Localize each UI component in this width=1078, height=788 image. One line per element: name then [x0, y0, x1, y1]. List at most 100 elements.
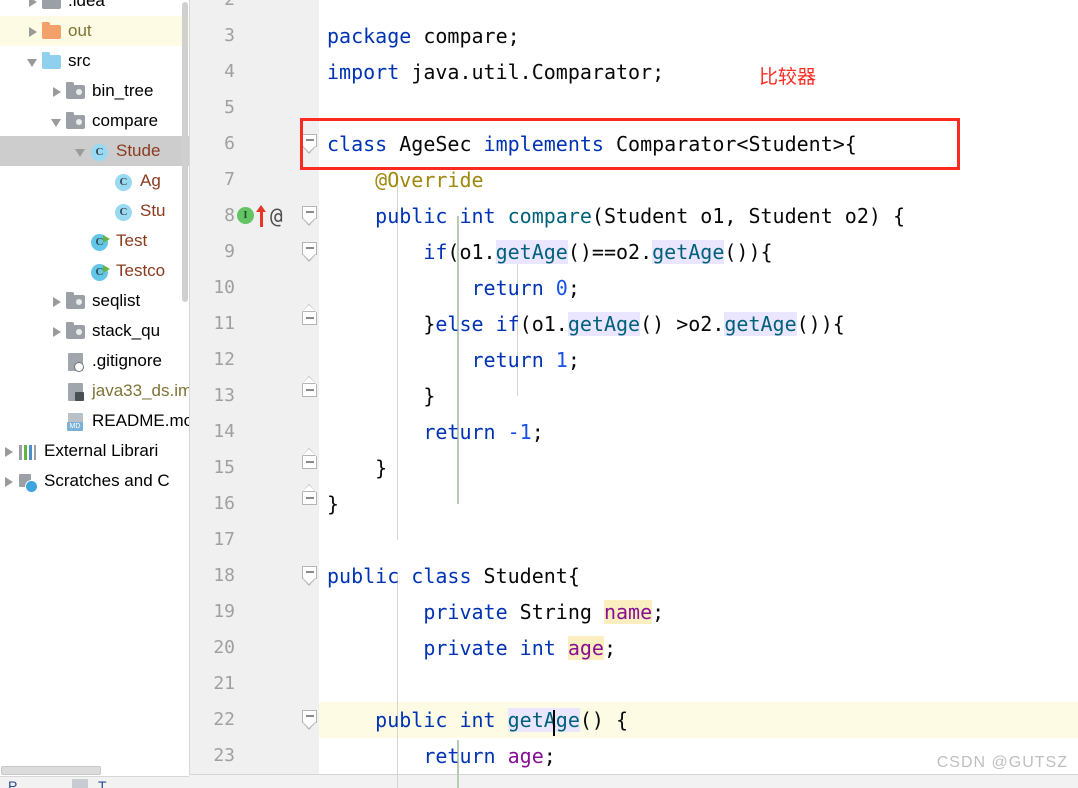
run-method-icon[interactable]: I: [237, 207, 254, 224]
tree-item-test[interactable]: C Test: [0, 226, 189, 256]
code-line[interactable]: 16}: [189, 484, 1078, 522]
code-line[interactable]: 10 return 0;: [189, 270, 1078, 306]
code-line[interactable]: 22 public int getAge() {: [189, 702, 1078, 738]
sidebar-horizontal-scrollbar[interactable]: [0, 764, 189, 776]
line-number[interactable]: 23: [189, 738, 235, 774]
tree-item-testco[interactable]: C Testco: [0, 256, 189, 286]
code-line[interactable]: 21: [189, 666, 1078, 702]
code-line[interactable]: 8 I @ public int compare(Student o1, Stude…: [189, 198, 1078, 234]
code-text[interactable]: return age;: [319, 738, 555, 774]
line-number[interactable]: 8: [189, 198, 235, 234]
tree-item-bin_tree[interactable]: bin_tree: [0, 76, 189, 106]
code-editor[interactable]: 23 package compare; 4 import java.util.Comp…: [189, 0, 1078, 788]
code-text[interactable]: }else if(o1.getAge() >o2.getAge()){: [319, 306, 845, 342]
line-number[interactable]: 7: [189, 162, 235, 198]
tree-item-scratchesandc[interactable]: Scratches and C: [0, 466, 189, 496]
tree-item-gitignore[interactable]: .gitignore: [0, 346, 189, 376]
chevron-right-icon[interactable]: [0, 443, 17, 460]
chevron-down-icon[interactable]: [72, 143, 89, 160]
line-number[interactable]: 16: [189, 486, 235, 522]
code-line[interactable]: 18 public class Student{: [189, 558, 1078, 594]
line-number[interactable]: 4: [189, 54, 235, 90]
tree-item-src[interactable]: src: [0, 46, 189, 76]
tree-item-compare[interactable]: compare: [0, 106, 189, 136]
line-number[interactable]: 3: [189, 18, 235, 54]
code-line[interactable]: 11 }else if(o1.getAge() >o2.getAge()){: [189, 304, 1078, 342]
chevron-right-icon[interactable]: [24, 23, 41, 40]
bottom-toolbar[interactable]: P T: [0, 776, 189, 788]
tree-item-seqlist[interactable]: seqlist: [0, 286, 189, 316]
code-lines-container[interactable]: 23 package compare; 4 import java.util.Comp…: [189, 0, 1078, 770]
fold-toggle-icon[interactable]: [302, 376, 318, 404]
code-line[interactable]: 4 import java.util.Comparator;: [189, 54, 1078, 90]
line-number[interactable]: 12: [189, 342, 235, 378]
tree-item-out[interactable]: out: [0, 16, 189, 46]
line-number[interactable]: 20: [189, 630, 235, 666]
project-tree[interactable]: .idea out src bin_tree compare C Stude C Ag C Stu C…: [0, 0, 189, 496]
code-text[interactable]: return 1;: [319, 342, 580, 378]
line-number[interactable]: 15: [189, 450, 235, 486]
line-number[interactable]: 14: [189, 414, 235, 450]
line-number[interactable]: 19: [189, 594, 235, 630]
annotation-at-icon[interactable]: @: [270, 205, 283, 227]
line-number[interactable]: 5: [189, 90, 235, 126]
chevron-right-icon[interactable]: [48, 293, 65, 310]
tree-item-stude[interactable]: C Stude: [0, 136, 189, 166]
line-number[interactable]: 2: [189, 0, 235, 18]
code-text[interactable]: }: [319, 450, 387, 486]
sidebar-hscroll-thumb[interactable]: [1, 766, 101, 775]
line-number[interactable]: 17: [189, 522, 235, 558]
code-text[interactable]: if(o1.getAge()==o2.getAge()){: [319, 234, 773, 270]
project-tree-panel[interactable]: .idea out src bin_tree compare C Stude C Ag C Stu C…: [0, 0, 189, 788]
code-text[interactable]: class AgeSec implements Comparator<Stude…: [319, 126, 857, 162]
bottom-tool-project[interactable]: P: [8, 778, 17, 788]
code-text[interactable]: return -1;: [319, 414, 543, 450]
code-line[interactable]: 7 @Override: [189, 162, 1078, 198]
code-text[interactable]: }: [319, 378, 435, 414]
code-text[interactable]: return 0;: [319, 270, 580, 306]
code-text[interactable]: @Override: [319, 162, 483, 198]
code-text[interactable]: [319, 90, 327, 126]
chevron-right-icon[interactable]: [48, 323, 65, 340]
code-line[interactable]: 9 if(o1.getAge()==o2.getAge()){: [189, 234, 1078, 270]
tree-item-stu[interactable]: C Stu: [0, 196, 189, 226]
chevron-down-icon[interactable]: [24, 53, 41, 70]
fold-toggle-icon[interactable]: [302, 710, 318, 730]
code-text[interactable]: }: [319, 486, 339, 522]
gutter-icons[interactable]: I @: [237, 198, 297, 234]
code-line[interactable]: 3 package compare;: [189, 18, 1078, 54]
tree-item-java33_dsim[interactable]: java33_ds.im: [0, 376, 189, 406]
line-number[interactable]: 11: [189, 306, 235, 342]
line-number[interactable]: 13: [189, 378, 235, 414]
line-number[interactable]: 21: [189, 666, 235, 702]
code-line[interactable]: 14 return -1;: [189, 414, 1078, 450]
fold-toggle-icon[interactable]: [302, 242, 318, 262]
tree-item-idea[interactable]: .idea: [0, 0, 189, 16]
code-text[interactable]: [319, 0, 327, 18]
code-line[interactable]: 13 }: [189, 376, 1078, 414]
code-text[interactable]: private int age;: [319, 630, 616, 666]
chevron-right-icon[interactable]: [24, 0, 41, 10]
code-line[interactable]: 19 private String name;: [189, 594, 1078, 630]
bottom-tool-terminal[interactable]: T: [98, 778, 107, 788]
code-text[interactable]: public int compare(Student o1, Student o…: [319, 198, 905, 234]
code-text[interactable]: package compare;: [319, 18, 520, 54]
code-line[interactable]: 20 private int age;: [189, 630, 1078, 666]
sidebar-scroll-thumb[interactable]: [182, 2, 188, 302]
chevron-down-icon[interactable]: [48, 113, 65, 130]
line-number[interactable]: 9: [189, 234, 235, 270]
line-number[interactable]: 18: [189, 558, 235, 594]
fold-toggle-icon[interactable]: [302, 448, 318, 476]
code-line[interactable]: 5: [189, 90, 1078, 126]
tree-item-readmemc[interactable]: MD README.mc: [0, 406, 189, 436]
tree-item-ag[interactable]: C Ag: [0, 166, 189, 196]
code-line[interactable]: 12 return 1;: [189, 342, 1078, 378]
fold-toggle-icon[interactable]: [302, 206, 318, 226]
code-text[interactable]: import java.util.Comparator;: [319, 54, 664, 90]
code-line[interactable]: 17: [189, 522, 1078, 558]
fold-toggle-icon[interactable]: [302, 134, 318, 154]
fold-toggle-icon[interactable]: [302, 484, 318, 512]
fold-toggle-icon[interactable]: [302, 566, 318, 586]
tree-item-stack_qu[interactable]: stack_qu: [0, 316, 189, 346]
code-line[interactable]: 6 class AgeSec implements Comparator<Stud…: [189, 126, 1078, 162]
